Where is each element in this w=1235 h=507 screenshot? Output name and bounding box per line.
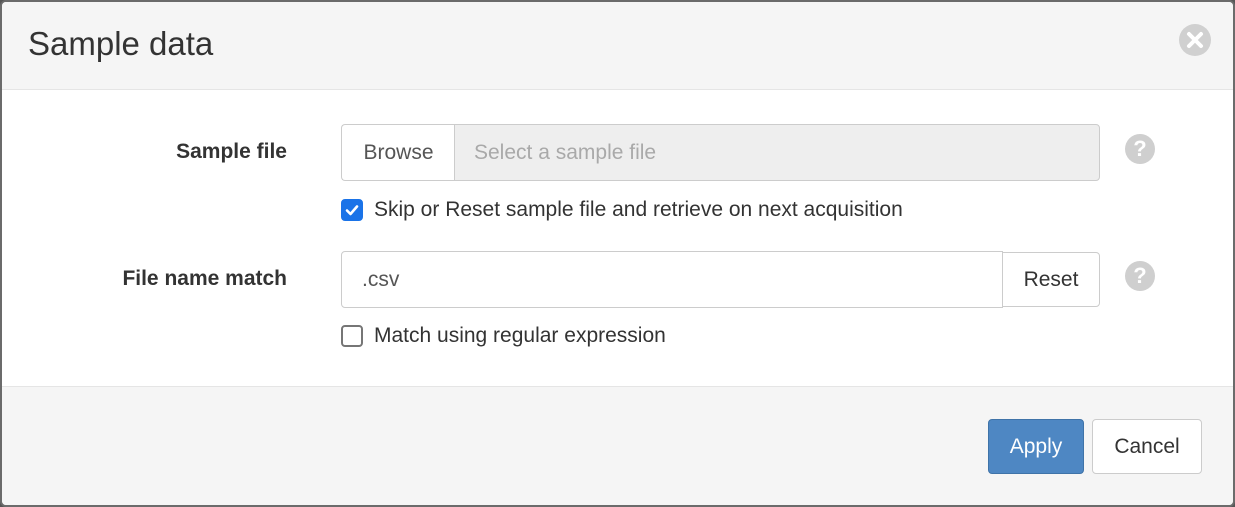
sample-data-dialog: Sample data Sample file Browse Select a …: [0, 0, 1235, 507]
sample-file-field[interactable]: Select a sample file: [454, 124, 1100, 181]
cancel-button[interactable]: Cancel: [1092, 419, 1202, 474]
sample-file-label: Sample file: [176, 140, 287, 163]
skip-reset-checkbox-row: Skip or Reset sample file and retrieve o…: [341, 197, 903, 223]
checkmark-icon: [345, 205, 359, 216]
file-name-match-input[interactable]: .csv: [341, 251, 1003, 308]
reset-button[interactable]: Reset: [1002, 252, 1100, 307]
dialog-body: Sample file Browse Select a sample file …: [2, 90, 1233, 386]
question-circle-icon[interactable]: ?: [1125, 261, 1155, 291]
file-name-match-label: File name match: [122, 267, 287, 290]
question-circle-icon[interactable]: ?: [1125, 134, 1155, 164]
apply-button[interactable]: Apply: [988, 419, 1084, 474]
skip-reset-checkbox[interactable]: [341, 199, 363, 221]
dialog-title: Sample data: [28, 25, 214, 62]
dialog-footer: Apply Cancel: [2, 386, 1233, 505]
dialog-header: Sample data: [2, 2, 1233, 90]
skip-reset-label[interactable]: Skip or Reset sample file and retrieve o…: [374, 198, 903, 222]
browse-button[interactable]: Browse: [341, 124, 455, 181]
regex-checkbox-row: Match using regular expression: [341, 323, 666, 349]
regex-label[interactable]: Match using regular expression: [374, 324, 666, 348]
close-icon[interactable]: [1179, 24, 1211, 56]
regex-checkbox[interactable]: [341, 325, 363, 347]
